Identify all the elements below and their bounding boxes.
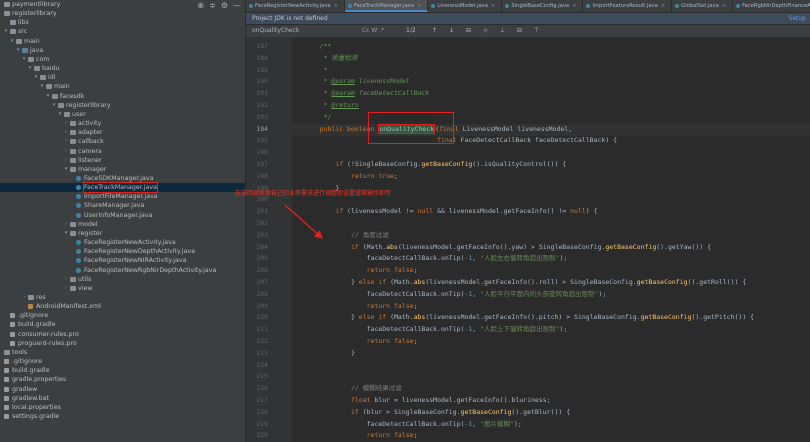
annotation-arrow <box>284 204 324 239</box>
method-highlight-box <box>368 112 454 144</box>
annotation-arrows <box>284 204 324 239</box>
